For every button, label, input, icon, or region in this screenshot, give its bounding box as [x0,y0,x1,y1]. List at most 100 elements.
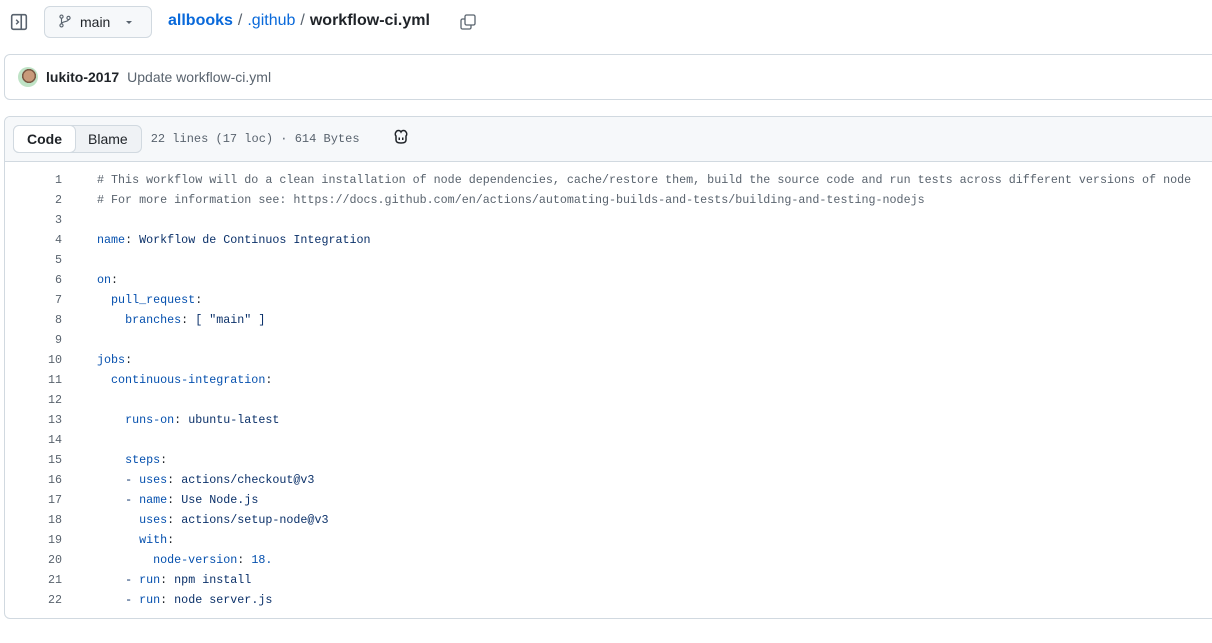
code-token: Workflow de Continuos Integration [139,233,371,247]
code-token: run [139,573,161,587]
tab-blame[interactable]: Blame [75,126,141,152]
code-line: 22 - run: node server.js [5,590,1212,610]
line-number[interactable]: 17 [5,493,62,507]
code-token: steps [125,453,161,467]
breadcrumb-separator: / [300,12,305,29]
code-token: : [160,573,175,587]
avatar[interactable] [18,67,38,87]
code-line: 21 - run: npm install [5,570,1212,590]
code-line: 18 uses: actions/setup-node@v3 [5,510,1212,530]
line-content: - uses: actions/checkout@v3 [97,473,314,487]
line-number[interactable]: 13 [5,413,62,427]
line-number[interactable]: 10 [5,353,62,367]
code-token: npm install [174,573,252,587]
branch-selector[interactable]: main [44,6,152,38]
line-number[interactable]: 2 [5,193,62,207]
code-token: : [265,373,273,387]
code-token: branches [125,313,182,327]
line-content: - run: node server.js [97,593,272,607]
line-number[interactable]: 3 [5,213,62,227]
code-token: [ "main" ] [195,313,266,327]
code-line: 1 # This workflow will do a clean install… [5,170,1212,190]
line-number[interactable]: 22 [5,593,62,607]
code-line: 12 [5,390,1212,410]
code-line: 7 pull_request: [5,290,1212,310]
latest-commit: lukito-2017 Update workflow-ci.yml [4,54,1212,100]
code-line: 4 name: Workflow de Continuos Integration [5,230,1212,250]
code-token: actions/checkout@v3 [181,473,315,487]
code-line: 9 [5,330,1212,350]
code-token: with [139,533,168,547]
chevron-down-icon [124,14,134,30]
code-token: : [174,413,189,427]
line-number[interactable]: 15 [5,453,62,467]
line-content: name: Workflow de Continuos Integration [97,233,371,247]
file-meta: 22 lines (17 loc) · 614 Bytes [150,132,360,146]
line-number[interactable]: 6 [5,273,62,287]
code-token: : [195,293,203,307]
code-line: 6 on: [5,270,1212,290]
code-token: Use Node.js [181,493,259,507]
line-number[interactable]: 9 [5,333,62,347]
line-number[interactable]: 11 [5,373,62,387]
line-number[interactable]: 8 [5,313,62,327]
code-token: runs-on [125,413,175,427]
code-token: uses [139,513,168,527]
code-token: node-version [153,553,238,567]
breadcrumb: allbooks / .github / workflow-ci.yml [168,12,430,30]
code-token: : [160,453,168,467]
code-token: - [125,493,140,507]
line-number[interactable]: 19 [5,533,62,547]
line-number[interactable]: 18 [5,513,62,527]
code-token: - [125,593,140,607]
code-token: uses [139,473,168,487]
line-number[interactable]: 14 [5,433,62,447]
line-content: - name: Use Node.js [97,493,258,507]
code-token: : [160,593,175,607]
code-token: 18. [251,553,273,567]
code-line: 5 [5,250,1212,270]
line-number[interactable]: 5 [5,253,62,267]
code-line: 3 [5,210,1212,230]
line-content: # This workflow will do a clean installa… [97,173,1191,187]
code-token: # This workflow will do a clean installa… [97,173,1192,187]
line-content: with: [97,533,174,547]
code-token: continuous-integration [111,373,266,387]
code-token: : [125,353,133,367]
tab-code[interactable]: Code [13,125,76,153]
code-token: ubuntu-latest [188,413,280,427]
code-token: : [181,313,196,327]
copy-path-icon[interactable] [460,14,476,35]
breadcrumb-folder[interactable]: .github [247,12,295,30]
line-number[interactable]: 4 [5,233,62,247]
line-number[interactable]: 20 [5,553,62,567]
line-number[interactable]: 12 [5,393,62,407]
copilot-icon[interactable] [392,129,410,150]
line-number[interactable]: 21 [5,573,62,587]
line-number[interactable]: 16 [5,473,62,487]
code-token: : [237,553,252,567]
code-line: 13 runs-on: ubuntu-latest [5,410,1212,430]
breadcrumb-repo[interactable]: allbooks [168,12,233,30]
commit-author[interactable]: lukito-2017 [46,69,119,85]
code-line: 19 with: [5,530,1212,550]
line-content: - run: npm install [97,573,251,587]
commit-message[interactable]: Update workflow-ci.yml [127,69,271,85]
line-number[interactable]: 1 [5,173,62,187]
code-token: # For more information see: https://docs… [97,193,925,207]
line-number[interactable]: 7 [5,293,62,307]
line-content: runs-on: ubuntu-latest [97,413,279,427]
line-content: branches: [ "main" ] [97,313,265,327]
sidebar-toggle-icon[interactable] [10,13,30,31]
code-token: actions/setup-node@v3 [181,513,329,527]
code-token: node server.js [174,593,273,607]
code-line: 14 [5,430,1212,450]
file-viewer: Code Blame 22 lines (17 loc) · 614 Bytes… [4,116,1212,619]
